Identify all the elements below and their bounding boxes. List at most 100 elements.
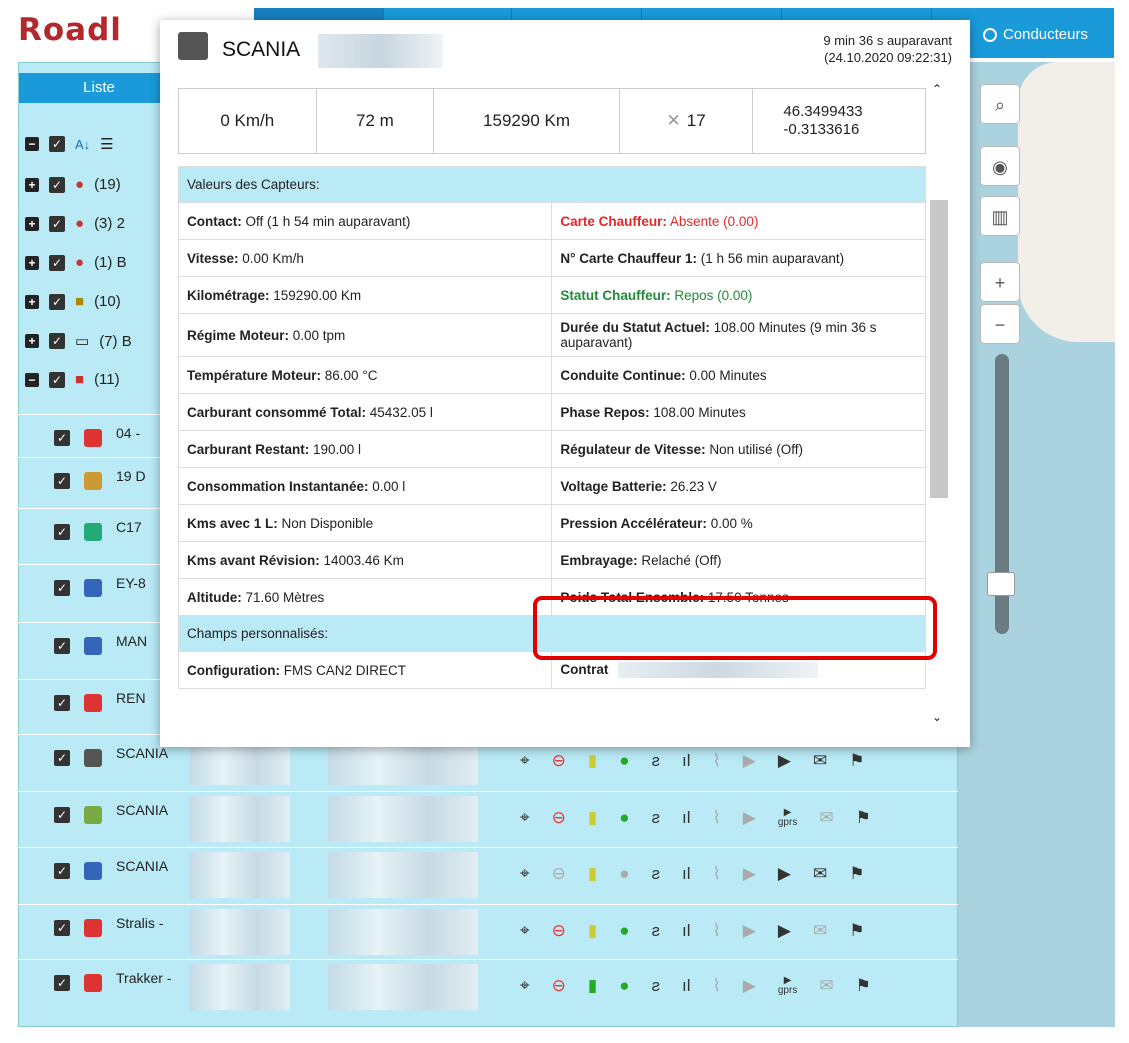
vehicle-row[interactable]: ✓ Trakker - ⌖ ⊖ ▮ ● ƨ ıl ⌇ ▶ ▶ gprs ✉ ⚑ — [18, 959, 958, 1015]
collapse-all-icon[interactable]: − — [25, 137, 39, 151]
mail-icon[interactable]: ✉ — [819, 976, 833, 996]
tab-conducteurs[interactable]: Conducteurs — [982, 26, 1088, 43]
online-dot-icon[interactable]: ● — [619, 921, 629, 941]
graph-icon[interactable]: ⌇ — [712, 921, 720, 941]
group-checkbox[interactable]: ✓ — [49, 333, 65, 349]
graph-icon[interactable]: ⌇ — [712, 864, 720, 884]
video-icon[interactable]: ▶ — [743, 864, 756, 884]
mail-icon[interactable]: ✉ — [813, 921, 827, 941]
list-icon[interactable]: ☰ — [100, 135, 113, 153]
vehicle-checkbox[interactable]: ✓ — [54, 638, 70, 654]
route-icon[interactable]: ƨ — [651, 751, 660, 771]
status-bar-icon[interactable]: ▮ — [588, 808, 597, 828]
group-checkbox[interactable]: ✓ — [49, 293, 65, 310]
flag-icon[interactable]: ⚑ — [849, 864, 864, 884]
status-bar-icon[interactable]: ▮ — [588, 921, 597, 941]
chart-icon[interactable]: ıl — [682, 864, 691, 884]
vehicle-checkbox[interactable]: ✓ — [54, 473, 70, 489]
group-row[interactable]: + ✓ ▭ (7) B — [25, 332, 132, 350]
video-icon[interactable]: ▶ — [743, 921, 756, 941]
chart-icon[interactable]: ıl — [682, 921, 691, 941]
zoom-slider[interactable] — [987, 354, 1015, 634]
play-icon[interactable]: ▶ — [778, 864, 791, 884]
video-icon[interactable]: ▶ — [743, 751, 756, 771]
online-dot-icon[interactable]: ● — [619, 808, 629, 828]
map-layers-icon[interactable]: ▥ — [980, 196, 1020, 236]
map-view[interactable]: ⌕ ◉ ▥ + − — [958, 62, 1115, 1027]
graph-icon[interactable]: ⌇ — [712, 976, 720, 996]
locate-icon[interactable]: ⌖ — [520, 864, 530, 884]
play-icon[interactable]: ▶ gprs — [778, 976, 797, 996]
locate-icon[interactable]: ⌖ — [520, 976, 530, 996]
expand-icon[interactable]: + — [25, 177, 39, 192]
locate-icon[interactable]: ⌖ — [520, 751, 530, 771]
locate-icon[interactable]: ⌖ — [520, 921, 530, 941]
zoom-out-button[interactable]: − — [980, 304, 1020, 344]
group-row[interactable]: − ✓ ■ (11) — [25, 371, 120, 388]
graph-icon[interactable]: ⌇ — [712, 808, 720, 828]
flag-icon[interactable]: ⚑ — [849, 751, 864, 771]
status-bar-icon[interactable]: ▮ — [588, 864, 597, 884]
expand-icon[interactable]: + — [25, 334, 39, 348]
scrollbar-thumb[interactable] — [930, 200, 948, 498]
stop-icon[interactable]: ⊖ — [552, 864, 566, 884]
vehicle-checkbox[interactable]: ✓ — [54, 920, 70, 936]
chart-icon[interactable]: ıl — [682, 751, 691, 771]
collapse-icon[interactable]: − — [25, 372, 39, 387]
video-icon[interactable]: ▶ — [743, 808, 756, 828]
zoom-in-button[interactable]: + — [980, 262, 1020, 302]
group-checkbox[interactable]: ✓ — [49, 371, 65, 388]
vehicle-checkbox[interactable]: ✓ — [54, 430, 70, 446]
chart-icon[interactable]: ıl — [682, 976, 691, 996]
vehicle-checkbox[interactable]: ✓ — [54, 580, 70, 596]
vehicle-checkbox[interactable]: ✓ — [54, 695, 70, 711]
chart-icon[interactable]: ıl — [682, 808, 691, 828]
stop-icon[interactable]: ⊖ — [552, 751, 566, 771]
liste-button[interactable]: Liste — [19, 73, 179, 103]
online-dot-icon[interactable]: ● — [619, 864, 629, 884]
stop-icon[interactable]: ⊖ — [552, 976, 566, 996]
group-checkbox[interactable]: ✓ — [49, 215, 65, 232]
video-icon[interactable]: ▶ — [743, 976, 756, 996]
expand-icon[interactable]: + — [25, 216, 39, 231]
status-bar-icon[interactable]: ▮ — [588, 751, 597, 771]
play-icon[interactable]: ▶ — [778, 751, 791, 771]
group-checkbox[interactable]: ✓ — [49, 176, 65, 193]
expand-icon[interactable]: + — [25, 294, 39, 309]
group-row[interactable]: + ✓ ● (1) B — [25, 254, 127, 271]
route-icon[interactable]: ƨ — [651, 976, 660, 996]
eye-icon[interactable]: ◉ — [980, 146, 1020, 186]
scroll-down-icon[interactable]: ⌄ — [932, 710, 942, 724]
group-row[interactable]: + ✓ ● (19) — [25, 176, 121, 193]
play-icon[interactable]: ▶ — [778, 921, 791, 941]
play-icon[interactable]: ▶ gprs — [778, 808, 797, 828]
route-icon[interactable]: ƨ — [651, 864, 660, 884]
flag-icon[interactable]: ⚑ — [856, 808, 871, 828]
flag-icon[interactable]: ⚑ — [856, 976, 871, 996]
mail-icon[interactable]: ✉ — [813, 864, 827, 884]
az-sort-icon[interactable]: A↓ — [75, 137, 90, 152]
vehicle-row[interactable]: ✓ SCANIA ⌖ ⊖ ▮ ● ƨ ıl ⌇ ▶ ▶ ✉ ⚑ — [18, 847, 958, 903]
vehicle-row[interactable]: ✓ SCANIA ⌖ ⊖ ▮ ● ƨ ıl ⌇ ▶ ▶ gprs ✉ ⚑ — [18, 791, 958, 847]
vehicle-checkbox[interactable]: ✓ — [54, 863, 70, 879]
mail-icon[interactable]: ✉ — [813, 751, 827, 771]
graph-icon[interactable]: ⌇ — [712, 751, 720, 771]
app-logo[interactable]: Roadl — [18, 12, 122, 48]
locate-icon[interactable]: ⌖ — [520, 808, 530, 828]
vehicle-row[interactable]: ✓ Stralis - ⌖ ⊖ ▮ ● ƨ ıl ⌇ ▶ ▶ ✉ ⚑ — [18, 904, 958, 960]
mail-icon[interactable]: ✉ — [819, 808, 833, 828]
online-dot-icon[interactable]: ● — [619, 751, 629, 771]
vehicle-checkbox[interactable]: ✓ — [54, 524, 70, 540]
route-icon[interactable]: ƨ — [651, 808, 660, 828]
search-icon[interactable]: ⌕ — [980, 84, 1020, 124]
select-all-checkbox[interactable]: ✓ — [49, 136, 65, 152]
group-checkbox[interactable]: ✓ — [49, 254, 65, 271]
vehicle-checkbox[interactable]: ✓ — [54, 750, 70, 766]
scroll-up-icon[interactable]: ⌃ — [932, 82, 942, 96]
flag-icon[interactable]: ⚑ — [849, 921, 864, 941]
group-row[interactable]: + ✓ ■ (10) — [25, 293, 121, 310]
stop-icon[interactable]: ⊖ — [552, 921, 566, 941]
expand-icon[interactable]: + — [25, 255, 39, 270]
vehicle-checkbox[interactable]: ✓ — [54, 975, 70, 991]
online-dot-icon[interactable]: ● — [619, 976, 629, 996]
